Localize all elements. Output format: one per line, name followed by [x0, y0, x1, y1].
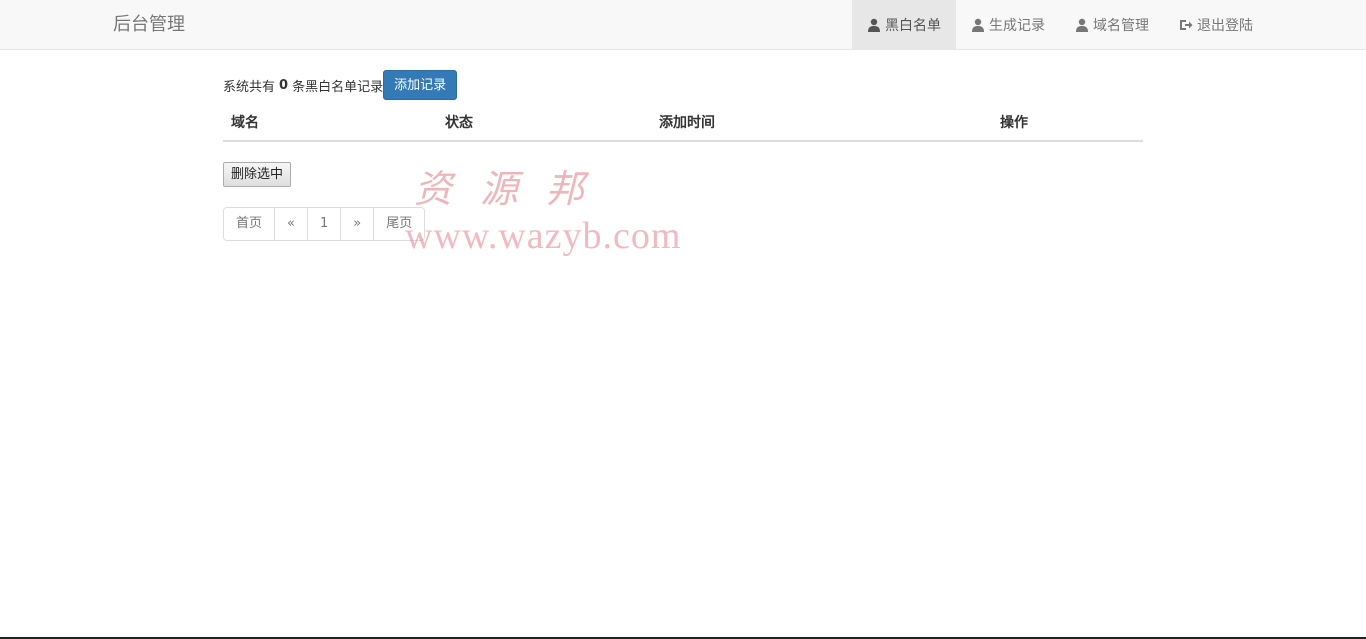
- user-icon: [971, 18, 985, 32]
- table-header-row: 域名 状态 添加时间 操作: [223, 104, 1143, 142]
- logout-icon: [1179, 18, 1193, 32]
- nav-label: 黑白名单: [885, 18, 941, 34]
- summary-suffix: 条黑白名单记录: [292, 79, 384, 95]
- column-header-status: 状态: [437, 104, 651, 142]
- nav-label: 生成记录: [989, 18, 1045, 34]
- column-header-domain: 域名: [223, 104, 437, 142]
- user-icon: [867, 18, 881, 32]
- pagination: 首页 « 1 » 尾页: [223, 207, 1143, 241]
- main-content: 系统共有 0 条黑白名单记录 添加记录 域名 状态 添加时间 操作 删除选中 首…: [223, 70, 1143, 241]
- summary-prefix: 系统共有: [223, 79, 276, 95]
- page-current-link[interactable]: 1: [306, 207, 342, 241]
- nav-label: 域名管理: [1093, 18, 1149, 34]
- nav-label: 退出登陆: [1197, 18, 1253, 34]
- nav-item-blacklist[interactable]: 黑白名单: [852, 0, 956, 50]
- column-header-added-time: 添加时间: [651, 104, 992, 142]
- page-next-link[interactable]: »: [340, 207, 375, 241]
- column-header-actions: 操作: [992, 104, 1143, 142]
- main-nav: 黑白名单 生成记录 域名管理 退出登陆: [852, 0, 1268, 50]
- nav-item-domain-manage[interactable]: 域名管理: [1060, 0, 1164, 50]
- nav-item-generate-log[interactable]: 生成记录: [956, 0, 1060, 50]
- delete-selected-button[interactable]: 删除选中: [223, 162, 292, 187]
- record-count: 0: [279, 77, 289, 93]
- page-first-link[interactable]: 首页: [223, 207, 276, 241]
- page-prev-link[interactable]: «: [274, 207, 308, 241]
- brand-title[interactable]: 后台管理: [113, 13, 185, 37]
- record-summary: 系统共有 0 条黑白名单记录 添加记录: [223, 70, 1143, 100]
- top-navbar: 后台管理 黑白名单 生成记录 域名管理 退出登陆: [0, 0, 1366, 50]
- add-record-button[interactable]: 添加记录: [383, 70, 458, 100]
- records-table: 域名 状态 添加时间 操作: [223, 104, 1143, 142]
- nav-item-logout[interactable]: 退出登陆: [1164, 0, 1268, 50]
- user-icon: [1075, 18, 1089, 32]
- page-last-link[interactable]: 尾页: [373, 207, 426, 241]
